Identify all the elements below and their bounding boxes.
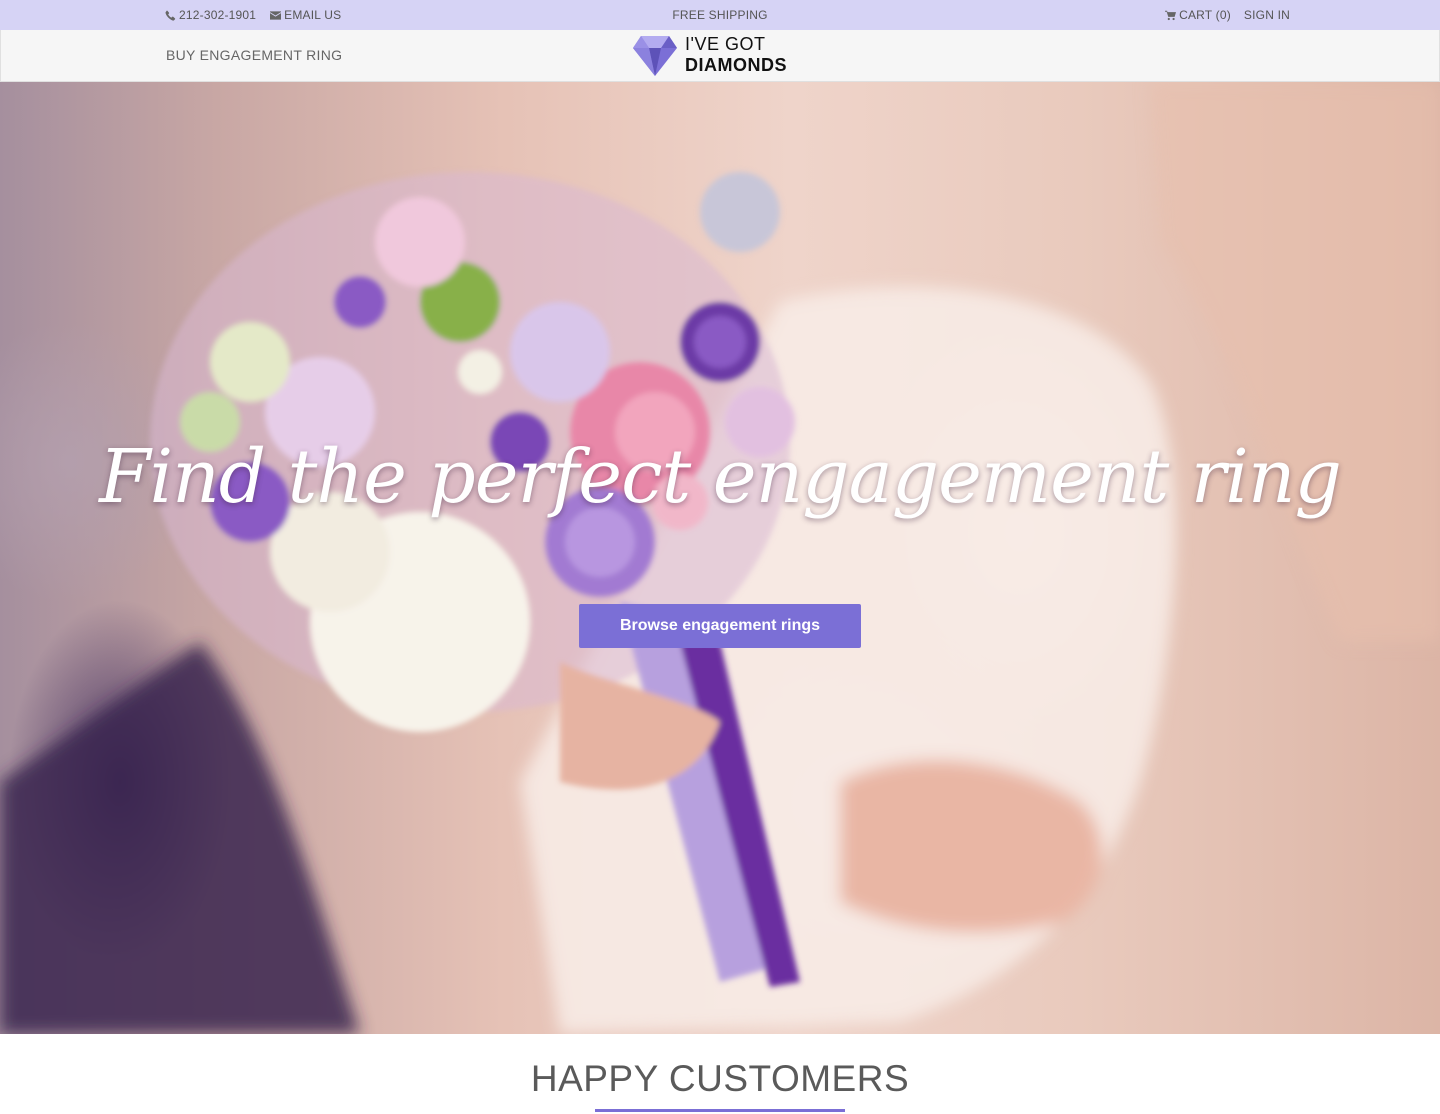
section-heading: HAPPY CUSTOMERS <box>530 1058 910 1099</box>
site-logo[interactable]: I'VE GOT DIAMONDS <box>633 34 787 76</box>
diamond-icon <box>633 36 677 76</box>
top-bar: 212-302-1901 EMAIL US FREE SHIPPING CART… <box>0 0 1440 30</box>
hero-bouquet-image <box>0 82 1440 1034</box>
signin-label: SIGN IN <box>1243 8 1290 22</box>
signin-link[interactable]: SIGN IN <box>1244 8 1290 22</box>
hero-banner: Find the perfect engagement ring Browse … <box>0 82 1440 1034</box>
browse-engagement-rings-button[interactable]: Browse engagement rings <box>579 604 861 648</box>
logo-line-2: DIAMONDS <box>685 55 787 75</box>
cart-label: CART (0) <box>1179 8 1231 22</box>
cart-icon <box>1165 10 1177 20</box>
logo-line-1: I'VE GOT <box>685 34 766 54</box>
happy-customers-section: HAPPY CUSTOMERS <box>0 1034 1440 1114</box>
cart-link[interactable]: CART (0) <box>1165 8 1231 22</box>
main-nav: BUY ENGAGEMENT RING I'VE GOT DIAMONDS <box>0 30 1440 82</box>
logo-text: I'VE GOT DIAMONDS <box>685 34 787 76</box>
buy-engagement-ring-link[interactable]: BUY ENGAGEMENT RING <box>166 47 342 63</box>
account-links: CART (0) SIGN IN <box>1165 8 1290 22</box>
hero-headline: Find the perfect engagement ring <box>99 434 1342 520</box>
heading-underline <box>595 1109 845 1112</box>
